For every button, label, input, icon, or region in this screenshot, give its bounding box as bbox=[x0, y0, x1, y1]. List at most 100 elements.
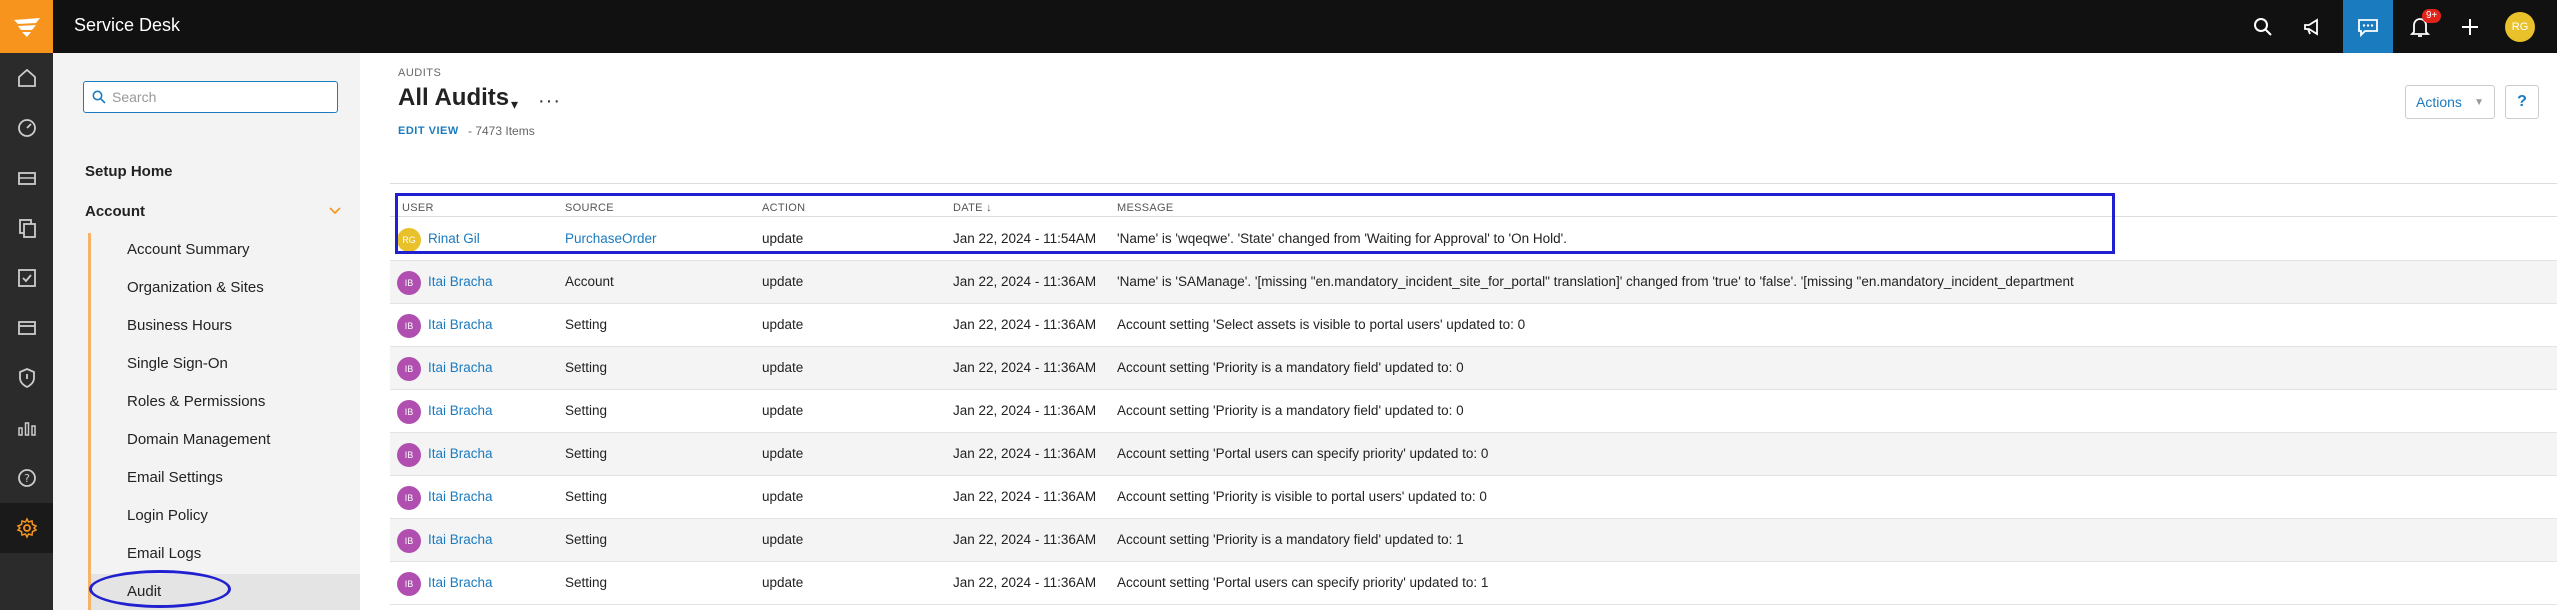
action-cell: update bbox=[762, 489, 804, 504]
chat-icon[interactable] bbox=[2343, 0, 2393, 53]
action-cell: update bbox=[762, 274, 804, 289]
card-icon[interactable] bbox=[0, 303, 53, 353]
table-row[interactable]: IB Itai Bracha Setting update Jan 22, 2024 -… bbox=[390, 519, 2557, 562]
user-link[interactable]: Itai Bracha bbox=[428, 532, 493, 547]
source-cell: Setting bbox=[565, 317, 608, 332]
sidebar-item-email-logs[interactable]: Email Logs bbox=[127, 545, 201, 562]
edit-view-link[interactable]: EDIT VIEW bbox=[398, 125, 459, 137]
sidebar-item-domain-management[interactable]: Domain Management bbox=[127, 431, 270, 448]
message-cell: Account setting 'Priority is visible to … bbox=[1117, 489, 1487, 504]
avatar: IB bbox=[397, 443, 421, 467]
source-cell: Setting bbox=[565, 532, 608, 547]
user-link[interactable]: Itai Bracha bbox=[428, 446, 493, 461]
date-cell: Jan 22, 2024 - 11:36AM bbox=[953, 317, 1097, 332]
sidebar-item-login-policy[interactable]: Login Policy bbox=[127, 507, 208, 524]
avatar: IB bbox=[397, 357, 421, 381]
item-count: - 7473 Items bbox=[468, 124, 535, 138]
date-cell: Jan 22, 2024 - 11:36AM bbox=[953, 446, 1097, 461]
megaphone-icon[interactable] bbox=[2288, 0, 2338, 53]
help-icon[interactable]: ? bbox=[0, 453, 53, 503]
top-bar: Service Desk 9+ RG bbox=[0, 0, 2557, 53]
table-row[interactable]: IB Itai Bracha Setting update Jan 22, 2024 -… bbox=[390, 476, 2557, 519]
table-row[interactable]: IB Itai Bracha Setting update Jan 22, 2024 -… bbox=[390, 562, 2557, 605]
breadcrumb[interactable]: AUDITS bbox=[398, 67, 441, 79]
shield-icon[interactable] bbox=[0, 353, 53, 403]
user-avatar[interactable]: RG bbox=[2505, 12, 2535, 42]
user-link[interactable]: Itai Bracha bbox=[428, 317, 493, 332]
message-cell: Account setting 'Select assets is visibl… bbox=[1117, 317, 1526, 332]
annotation-ellipse bbox=[89, 570, 231, 608]
page-title: All Audits bbox=[398, 84, 510, 111]
table-row[interactable]: IB Itai Bracha Setting update Jan 22, 2024 -… bbox=[390, 347, 2557, 390]
chevron-down-icon[interactable] bbox=[329, 205, 341, 215]
date-cell: Jan 22, 2024 - 11:36AM bbox=[953, 360, 1097, 375]
avatar: IB bbox=[397, 572, 421, 596]
date-cell: Jan 22, 2024 - 11:36AM bbox=[953, 274, 1097, 289]
account-indicator-line bbox=[88, 233, 91, 610]
home-icon[interactable] bbox=[0, 53, 53, 103]
source-cell: Setting bbox=[565, 360, 608, 375]
sidebar-item-roles-permissions[interactable]: Roles & Permissions bbox=[127, 393, 265, 410]
message-cell: Account setting 'Priority is a mandatory… bbox=[1117, 360, 1464, 375]
source-cell: Setting bbox=[565, 403, 608, 418]
sidebar-item-account-summary[interactable]: Account Summary bbox=[127, 241, 250, 258]
action-cell: update bbox=[762, 446, 804, 461]
view-dropdown-caret[interactable]: ▾ bbox=[511, 96, 518, 113]
caret-down-icon: ▼ bbox=[2474, 97, 2484, 108]
analytics-icon[interactable] bbox=[0, 403, 53, 453]
avatar: IB bbox=[397, 529, 421, 553]
sidebar-item-business-hours[interactable]: Business Hours bbox=[127, 317, 232, 334]
message-cell: Account setting 'Priority is a mandatory… bbox=[1117, 403, 1464, 418]
user-link[interactable]: Itai Bracha bbox=[428, 360, 493, 375]
avatar: IB bbox=[397, 400, 421, 424]
table-row[interactable]: IB Itai Bracha Setting update Jan 22, 2024 -… bbox=[390, 433, 2557, 476]
avatar: IB bbox=[397, 486, 421, 510]
actions-label: Actions bbox=[2416, 94, 2462, 110]
checkbox-icon[interactable] bbox=[0, 253, 53, 303]
date-cell: Jan 22, 2024 - 11:36AM bbox=[953, 532, 1097, 547]
solarwinds-logo[interactable] bbox=[0, 0, 53, 53]
message-cell: Account setting 'Priority is a mandatory… bbox=[1117, 532, 1464, 547]
action-cell: update bbox=[762, 317, 804, 332]
help-button[interactable]: ? bbox=[2505, 85, 2539, 119]
message-cell: 'Name' is 'SAManage'. '[missing "en.mand… bbox=[1117, 274, 2074, 289]
user-link[interactable]: Itai Bracha bbox=[428, 403, 493, 418]
ticket-icon[interactable] bbox=[0, 153, 53, 203]
action-cell: update bbox=[762, 403, 804, 418]
table-row[interactable]: IB Itai Bracha Setting update Jan 22, 2024 -… bbox=[390, 390, 2557, 433]
user-link[interactable]: Itai Bracha bbox=[428, 575, 493, 590]
copy-icon[interactable] bbox=[0, 203, 53, 253]
user-link[interactable]: Itai Bracha bbox=[428, 274, 493, 289]
date-cell: Jan 22, 2024 - 11:36AM bbox=[953, 403, 1097, 418]
source-cell: Setting bbox=[565, 446, 608, 461]
message-cell: Account setting 'Portal users can specif… bbox=[1117, 446, 1489, 461]
sidebar-item-single-sign-on[interactable]: Single Sign-On bbox=[127, 355, 228, 372]
action-cell: update bbox=[762, 575, 804, 590]
settings-icon[interactable] bbox=[0, 503, 53, 553]
table-row[interactable]: IB Itai Bracha Setting update Jan 22, 2024 -… bbox=[390, 304, 2557, 347]
bell-icon[interactable]: 9+ bbox=[2395, 0, 2445, 53]
notification-badge: 9+ bbox=[2422, 9, 2442, 23]
table-row[interactable]: IB Itai Bracha Account update Jan 22, 2024 -… bbox=[390, 261, 2557, 304]
app-title: Service Desk bbox=[74, 15, 181, 35]
actions-button[interactable]: Actions ▼ bbox=[2405, 85, 2495, 119]
sidebar-item-email-settings[interactable]: Email Settings bbox=[127, 469, 223, 486]
svg-text:?: ? bbox=[24, 472, 30, 485]
account-section[interactable]: Account bbox=[85, 203, 145, 220]
more-options-button[interactable]: ··· bbox=[538, 90, 561, 113]
action-cell: update bbox=[762, 532, 804, 547]
setup-home-link[interactable]: Setup Home bbox=[85, 163, 173, 180]
annotation-rectangle bbox=[395, 193, 2115, 254]
left-rail: ? bbox=[0, 53, 53, 610]
message-cell: Account setting 'Portal users can specif… bbox=[1117, 575, 1489, 590]
search-icon[interactable] bbox=[2238, 0, 2288, 53]
sidebar-search[interactable] bbox=[83, 81, 338, 113]
source-cell: Setting bbox=[565, 575, 608, 590]
date-cell: Jan 22, 2024 - 11:36AM bbox=[953, 489, 1097, 504]
plus-icon[interactable] bbox=[2445, 0, 2495, 53]
sidebar-item-organization-sites[interactable]: Organization & Sites bbox=[127, 279, 264, 296]
search-input[interactable] bbox=[112, 86, 332, 108]
user-link[interactable]: Itai Bracha bbox=[428, 489, 493, 504]
source-cell: Setting bbox=[565, 489, 608, 504]
dashboard-icon[interactable] bbox=[0, 103, 53, 153]
